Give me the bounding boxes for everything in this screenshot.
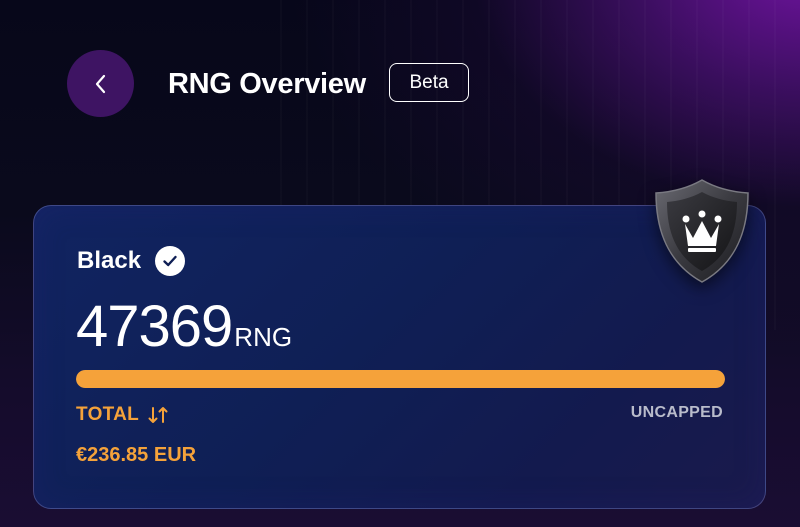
balance-amount: 47369 xyxy=(76,294,233,359)
page-title: RNG Overview xyxy=(168,68,366,100)
cap-status: UNCAPPED xyxy=(630,404,723,421)
progress-bar xyxy=(76,370,725,388)
tier-row: Black xyxy=(77,246,186,276)
check-circle-icon xyxy=(155,246,186,276)
progress-bar-fill xyxy=(76,370,725,388)
chevron-left-icon xyxy=(95,74,105,93)
total-label: TOTAL xyxy=(76,404,140,425)
total-toggle[interactable]: TOTAL xyxy=(76,404,169,426)
tier-name: Black xyxy=(77,247,142,274)
sort-arrows-icon xyxy=(147,405,169,425)
back-button[interactable] xyxy=(67,50,134,117)
fiat-value: €236.85 EUR xyxy=(76,444,197,466)
balance-unit: RNG xyxy=(234,322,293,352)
balance-amount-row: 47369 RNG xyxy=(76,294,292,360)
beta-badge: Beta xyxy=(389,63,469,102)
shield-crown-icon xyxy=(652,176,752,288)
